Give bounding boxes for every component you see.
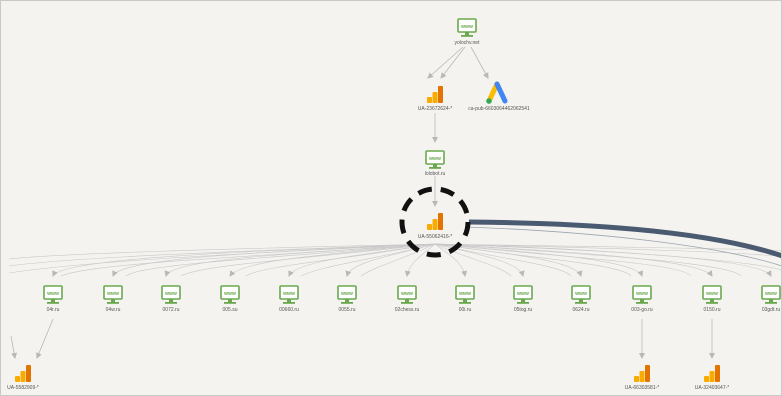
node-ua-bottom[interactable]: UA-66303581-* [625, 365, 660, 391]
edges-top [427, 46, 489, 207]
analytics-icon [704, 365, 720, 382]
node-label: UA-32403647-* [695, 385, 730, 391]
node-ua-bottom[interactable]: UA-5582909-* [7, 365, 39, 391]
www-monitor-icon [761, 285, 781, 305]
analytics-icon [634, 365, 650, 382]
node-root[interactable]: yolochv.net [455, 18, 481, 46]
node-label: 02chess.ru [395, 307, 420, 313]
graph-canvas[interactable]: www [0, 0, 782, 396]
node-site[interactable]: 0072.ru [161, 285, 181, 313]
node-label: ca-pub-6603064462062541 [468, 106, 530, 112]
www-monitor-icon [220, 285, 240, 305]
node-site[interactable]: 04r.ru [43, 285, 63, 313]
node-adsense[interactable]: ca-pub-6603064462062541 [468, 81, 530, 112]
graph-svg: www [7, 18, 781, 391]
node-ua-bottom[interactable]: UA-32403647-* [695, 365, 730, 391]
www-monitor-icon [43, 285, 63, 305]
node-label: UA-55062416-* [418, 234, 453, 240]
node-label: 00i.ru [459, 307, 472, 313]
node-label: 0055.ru [339, 307, 356, 313]
node-label: 04r.ru [47, 307, 60, 313]
node-label: yolochv.net [455, 40, 481, 46]
node-site[interactable]: 0150.ru [702, 285, 722, 313]
node-site[interactable]: 0624.ru [571, 285, 591, 313]
node-label: 03gdt.ru [762, 307, 781, 313]
node-label: 00660.ru [279, 307, 299, 313]
www-monitor-icon [632, 285, 652, 305]
edges-fan [8, 243, 781, 277]
node-site[interactable]: 0055.ru [337, 285, 357, 313]
node-site[interactable]: 04w.ru [103, 285, 123, 313]
node-site[interactable]: 005.su [220, 285, 240, 313]
node-label: UA-23672624-* [418, 106, 453, 112]
node-label: 003-go.ru [631, 307, 653, 313]
node-label: 0072.ru [163, 307, 180, 313]
node-label: 005.su [222, 307, 237, 313]
node-ua-top[interactable]: UA-23672624-* [418, 86, 453, 112]
node-label: 0150.ru [704, 307, 721, 313]
www-monitor-icon [702, 285, 722, 305]
node-label: UA-5582909-* [7, 385, 39, 391]
www-monitor-icon [571, 285, 591, 305]
analytics-icon [427, 86, 443, 103]
node-label: UA-66303581-* [625, 385, 660, 391]
www-monitor-icon [279, 285, 299, 305]
www-monitor-icon [103, 285, 123, 305]
node-site[interactable]: 00660.ru [279, 285, 299, 313]
node-lolobot[interactable]: lolobot.ru [425, 150, 446, 177]
node-label: 04w.ru [106, 307, 121, 313]
www-monitor-icon [513, 285, 533, 305]
adsense-icon [486, 81, 508, 104]
node-site[interactable]: 02chess.ru [395, 285, 420, 313]
www-monitor-icon [455, 285, 475, 305]
analytics-icon [427, 213, 443, 230]
node-site[interactable]: 00i.ru [455, 285, 475, 313]
www-monitor-icon [425, 150, 445, 170]
www-monitor-icon [337, 285, 357, 305]
node-site[interactable]: 003-go.ru [631, 285, 653, 313]
node-label: lolobot.ru [425, 171, 446, 177]
highlight-arrow [468, 219, 781, 259]
node-label: 05tog.ru [514, 307, 533, 313]
analytics-icon [15, 365, 31, 382]
node-site[interactable]: 05tog.ru [513, 285, 533, 313]
highlight-arrow-thin [464, 226, 781, 267]
node-site[interactable]: 03gdt.ru [761, 285, 781, 313]
edges-bottom [10, 318, 715, 359]
node-label: 0624.ru [573, 307, 590, 313]
www-monitor-icon [161, 285, 181, 305]
node-ua-center[interactable]: UA-55062416-* [418, 213, 453, 240]
www-monitor-icon [457, 18, 477, 38]
www-monitor-icon [397, 285, 417, 305]
